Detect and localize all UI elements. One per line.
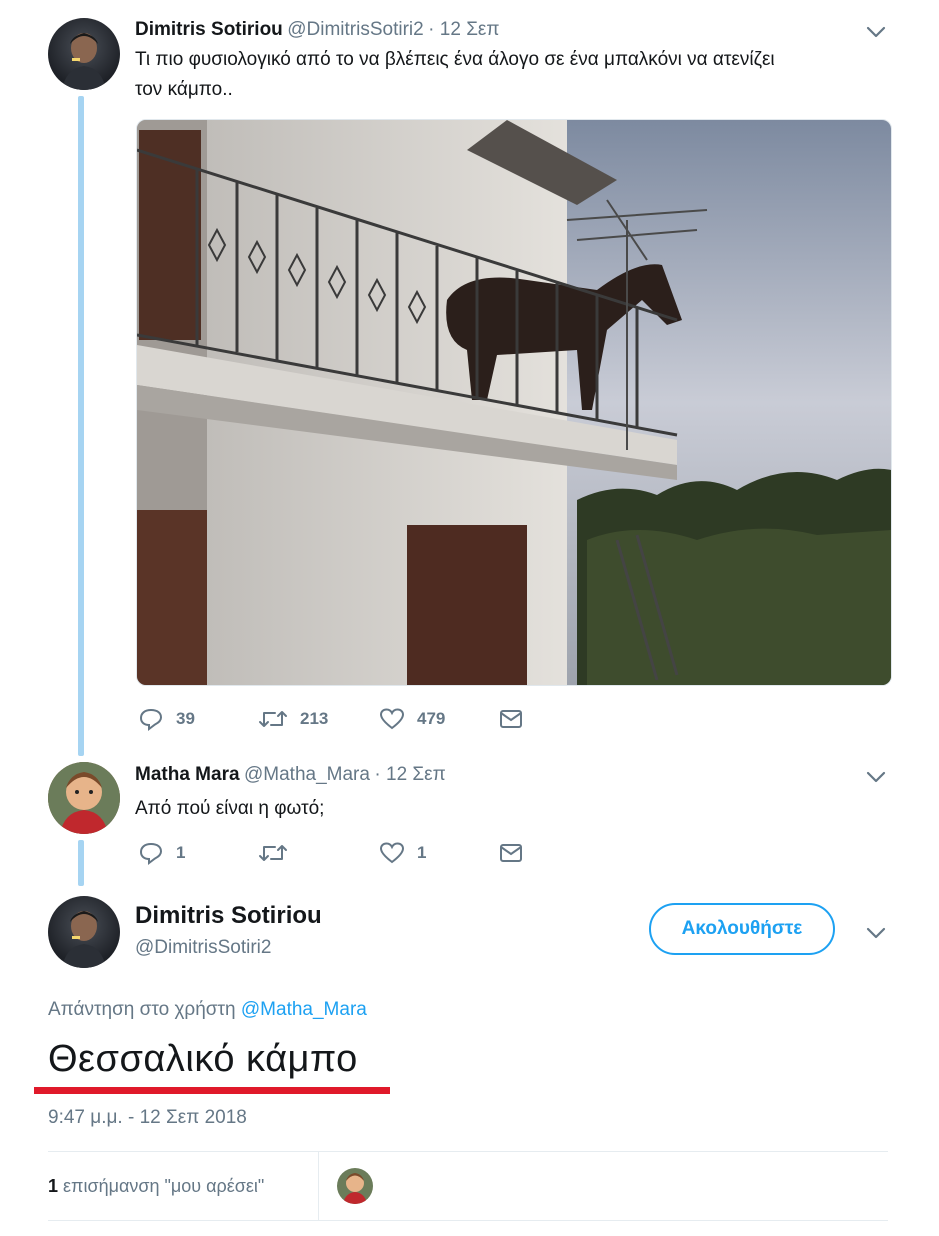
reply-icon [139,842,163,865]
retweet-icon [259,845,287,861]
reply-count: 1 [176,843,186,862]
avatar[interactable] [48,18,120,90]
reply-to-link[interactable]: @Matha_Mara [241,999,367,1020]
reply-count: 39 [176,709,195,728]
red-underline [34,1087,390,1094]
tweet-date[interactable]: · 12 Σεπ [374,764,445,785]
tweet-text-line: Τι πιο φυσιολογικό από το να βλέπεις ένα… [135,49,775,70]
dm-icon [500,710,522,728]
author-name[interactable]: Dimitris Sotiriou [135,19,283,40]
reply-action[interactable]: 39 [138,707,195,731]
reply-prefix: Απάντηση στο χρήστη [48,999,236,1020]
horse-on-balcony-photo [137,120,891,685]
tweet-header: Dimitris Sotiriou @DimitrisSotiri2 · 12 … [135,19,500,41]
author-handle[interactable]: @Matha_Mara [244,764,370,785]
follow-button[interactable]: Ακολουθήστε [649,903,835,955]
like-count: 479 [417,709,446,728]
tweet-date[interactable]: · 12 Σεπ [428,19,499,40]
tweet-text-line: τον κάμπο.. [135,79,233,100]
dm-action[interactable] [498,841,524,865]
like-action[interactable]: 479 [379,707,445,731]
like-icon [379,842,405,864]
reply-icon [139,708,163,731]
main-author-handle[interactable]: @DimitrisSotiri2 [135,937,271,959]
avatar[interactable] [48,896,120,968]
tweet-text: Από πού είναι η φωτό; [135,798,325,819]
avatar[interactable] [48,762,120,834]
author-name[interactable]: Matha Mara [135,764,240,785]
divider [48,1151,888,1152]
dm-action[interactable] [498,707,524,731]
tweet-header: Matha Mara @Matha_Mara · 12 Σεπ [135,764,446,786]
retweet-action[interactable] [258,841,288,865]
reply-action[interactable]: 1 [138,841,185,865]
retweet-action[interactable]: 213 [258,707,328,731]
stat-separator [318,1151,319,1221]
chevron-down-icon[interactable] [865,21,887,43]
tweet-photo[interactable] [136,119,892,686]
author-handle[interactable]: @DimitrisSotiri2 [287,19,423,40]
thread-line [78,96,84,756]
likes-count: 1 [48,1176,59,1196]
dm-icon [500,844,522,862]
chevron-down-icon[interactable] [865,922,887,944]
main-author-name[interactable]: Dimitris Sotiriou [135,902,322,930]
reply-context: Απάντηση στο χρήστη @Matha_Mara [48,999,367,1021]
chevron-down-icon[interactable] [865,766,887,788]
thread-line [78,840,84,886]
like-action[interactable]: 1 [379,841,426,865]
like-count: 1 [417,843,427,862]
liker-avatar[interactable] [337,1168,373,1204]
retweet-count: 213 [300,709,329,728]
likes-summary[interactable]: 1 επισήμανση "μου αρέσει" [48,1176,264,1197]
main-tweet-text: Θεσσαλικό κάμπο [48,1038,358,1080]
timestamp[interactable]: 9:47 μ.μ. - 12 Σεπ 2018 [48,1107,247,1129]
like-icon [379,708,405,730]
tweet-text: Τι πιο φυσιολογικό από το να βλέπεις ένα… [135,45,895,105]
divider [48,1220,888,1221]
retweet-icon [259,711,287,727]
likes-label: επισήμανση "μου αρέσει" [63,1176,265,1196]
